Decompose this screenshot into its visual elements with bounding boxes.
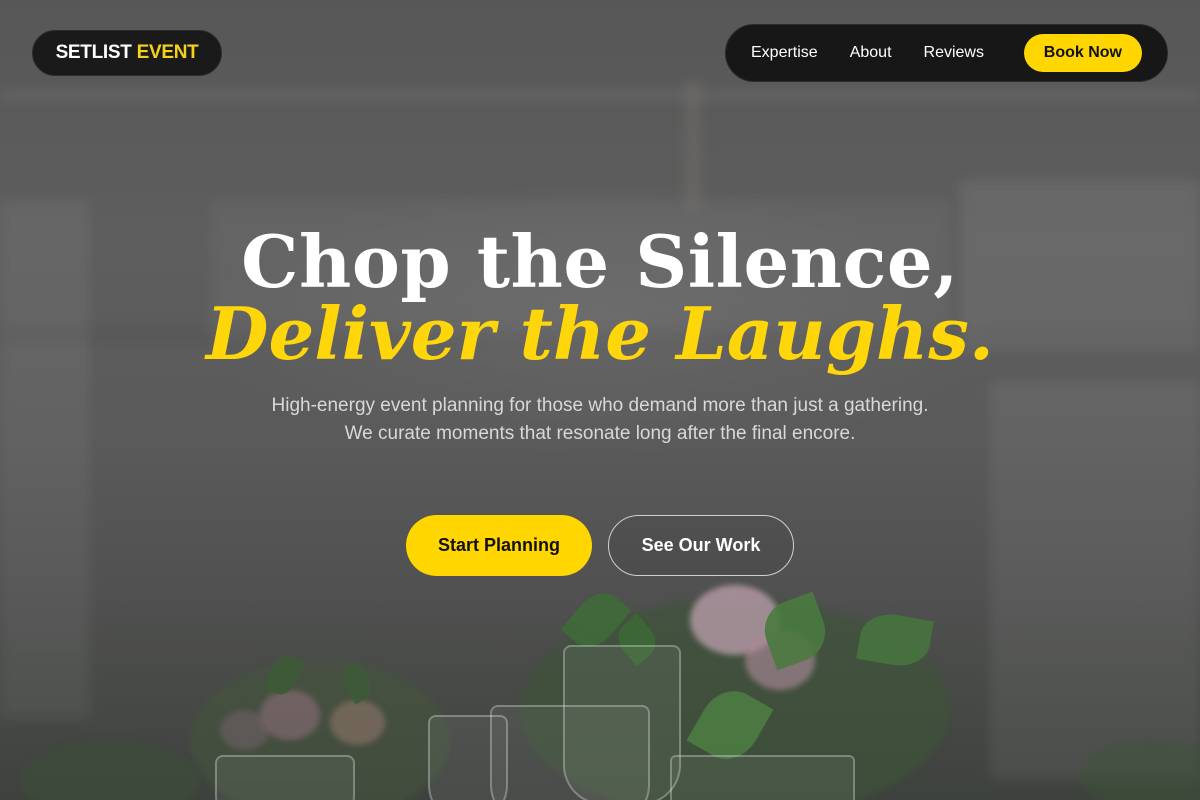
hero-cta-group: Start Planning See Our Work	[0, 515, 1200, 576]
start-planning-button[interactable]: Start Planning	[406, 515, 592, 576]
background-tent-pole	[685, 80, 701, 210]
headline-line-1: Chop the Silence,	[241, 219, 959, 304]
background-window-panel	[990, 380, 1200, 780]
wine-glass	[428, 715, 508, 800]
hero-subtext: High-energy event planning for those who…	[271, 395, 929, 444]
wine-glass	[215, 755, 355, 800]
glass-vase	[670, 755, 855, 800]
hero-headline: Chop the Silence, Deliver the Laughs.	[0, 222, 1200, 370]
nav-link-about[interactable]: About	[850, 44, 892, 62]
main-navigation: Expertise About Reviews Book Now	[725, 24, 1168, 82]
greenery-left	[20, 740, 200, 800]
hero-section: SETLIST EVENT Expertise About Reviews Bo…	[0, 0, 1200, 800]
background-tent-beam	[0, 88, 1200, 102]
brand-logo[interactable]: SETLIST EVENT	[32, 30, 222, 76]
flower-blossom	[220, 710, 270, 750]
nav-link-reviews[interactable]: Reviews	[924, 44, 984, 62]
logo-text-accent: EVENT	[136, 42, 199, 63]
nav-link-expertise[interactable]: Expertise	[751, 44, 818, 62]
book-now-button[interactable]: Book Now	[1023, 34, 1142, 72]
logo-text-primary: SETLIST	[55, 42, 132, 63]
wine-glass	[490, 705, 650, 800]
see-our-work-button[interactable]: See Our Work	[608, 515, 794, 576]
headline-line-2: Deliver the Laughs.	[206, 291, 994, 376]
flower-blossom	[330, 700, 385, 745]
